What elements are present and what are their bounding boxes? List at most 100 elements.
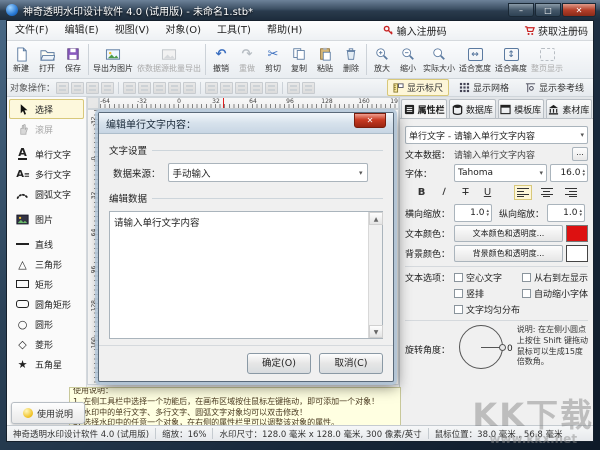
tab-templates[interactable]: 模板库	[498, 99, 544, 118]
checkbox-icon[interactable]	[454, 305, 463, 314]
menu-view[interactable]: 视图(V)	[107, 21, 158, 40]
checkbox-icon[interactable]	[454, 273, 463, 282]
checkbox-icon[interactable]	[454, 289, 463, 298]
tool-multi-line-text[interactable]: A≡ 多行文字	[7, 164, 86, 184]
usage-instructions-button[interactable]: 使用说明	[11, 402, 85, 424]
scroll-up-icon[interactable]: ▲	[369, 212, 383, 225]
status-watermark-size: 水印尺寸：128.0 毫米 x 128.0 毫米, 300 像素/英寸	[213, 428, 427, 440]
align-left-button[interactable]	[514, 185, 532, 200]
undo-icon: ↶	[216, 46, 227, 63]
delete-button[interactable]: 删除	[338, 42, 364, 77]
tool-image[interactable]: 图片	[7, 209, 86, 229]
align-middle-icon	[183, 82, 196, 94]
dialog-close-button[interactable]: ✕	[354, 113, 386, 128]
show-grid-toggle[interactable]: 显示网格	[453, 79, 515, 96]
open-button[interactable]: 打开	[34, 42, 60, 77]
spinner-arrows-icon[interactable]: ▴▾	[582, 169, 585, 177]
bring-to-front-icon	[56, 82, 69, 94]
option-even-distribution[interactable]: 文字均匀分布	[454, 303, 520, 316]
tool-rectangle[interactable]: 矩形	[7, 274, 86, 294]
ok-button[interactable]: 确定(O)	[247, 353, 311, 374]
spinner-arrows-icon[interactable]: ▴▾	[580, 209, 583, 217]
horizontal-ruler: -64 -32 0 32 64 96 128 160 192	[99, 97, 399, 109]
export-image-button[interactable]: 导出为图片	[91, 42, 135, 77]
font-size-spinner[interactable]: 16.0 ▴▾	[550, 164, 588, 182]
tool-triangle[interactable]: △ 三角形	[7, 254, 86, 274]
option-vertical[interactable]: 竖排	[454, 287, 520, 300]
undo-button[interactable]: ↶ 撤销	[208, 42, 234, 77]
status-app-name: 神奇透明水印设计软件 4.0 (试用版)	[7, 428, 155, 440]
maximize-button[interactable]: □	[535, 3, 561, 17]
tool-diamond[interactable]: ◇ 菱形	[7, 334, 86, 354]
tool-rounded-rectangle[interactable]: 圆角矩形	[7, 294, 86, 314]
option-right-to-left[interactable]: 从右到左显示	[522, 271, 588, 284]
batch-export-button: 依数据源批量导出	[135, 42, 203, 77]
menu-help[interactable]: 帮助(H)	[259, 21, 310, 40]
vscale-spinner[interactable]: 1.0 ▴▾	[547, 204, 585, 222]
tool-star[interactable]: ★ 五角星	[7, 354, 86, 374]
chevron-down-icon: ▾	[539, 169, 543, 177]
tool-select[interactable]: 选择	[9, 99, 84, 119]
spinner-arrows-icon[interactable]: ▴▾	[486, 209, 489, 217]
textarea-scrollbar[interactable]: ▲ ▼	[368, 212, 382, 338]
enter-register-code-button[interactable]: 输入注册码	[378, 23, 452, 38]
tab-database[interactable]: 数据库	[449, 99, 495, 118]
edit-data-group-label: 编辑数据	[109, 191, 147, 205]
cut-button[interactable]: ✂ 剪切	[260, 42, 286, 77]
menu-edit[interactable]: 编辑(E)	[57, 21, 107, 40]
new-button[interactable]: 新建	[8, 42, 34, 77]
text-options-label: 文本选项：	[405, 271, 451, 284]
text-color-button[interactable]: 文本颜色和透明度...	[454, 225, 563, 242]
copy-icon	[292, 46, 306, 63]
menu-object[interactable]: 对象(O)	[157, 21, 209, 40]
edit-text-dialog: 编辑单行文字内容： ✕ 文字设置 数据来源： 手动输入 ▾ 编辑数据 请输入单行…	[98, 112, 394, 382]
actual-size-button[interactable]: 实际大小	[421, 42, 457, 77]
paste-button[interactable]: 粘贴	[312, 42, 338, 77]
font-family-dropdown[interactable]: Tahoma ▾	[454, 164, 547, 182]
menu-file[interactable]: 文件(F)	[7, 21, 57, 40]
underline-button[interactable]: U	[480, 185, 496, 200]
text-color-swatch	[566, 225, 588, 242]
option-hollow-text[interactable]: 空心文字	[454, 271, 520, 284]
menu-tools[interactable]: 工具(T)	[209, 21, 259, 40]
close-button[interactable]: ✕	[562, 3, 596, 17]
bg-color-button[interactable]: 背景颜色和透明度...	[454, 245, 563, 262]
fit-width-button[interactable]: ↔ 适合宽度	[457, 42, 493, 77]
minimize-button[interactable]: –	[508, 3, 534, 17]
rotation-dial[interactable]	[459, 325, 503, 369]
tool-line[interactable]: 直线	[7, 234, 86, 254]
tab-properties[interactable]: 属性栏	[401, 99, 447, 118]
checkbox-icon[interactable]	[522, 289, 531, 298]
tab-materials[interactable]: 素材库	[546, 99, 592, 118]
text-data-more-button[interactable]: ...	[572, 147, 588, 161]
hscale-spinner[interactable]: 1.0 ▴▾	[454, 204, 492, 222]
dial-handle[interactable]	[499, 344, 506, 351]
data-source-dropdown[interactable]: 手动输入 ▾	[168, 163, 368, 182]
show-guides-toggle[interactable]: 显示参考线	[519, 79, 590, 96]
tool-single-line-text[interactable]: A 单行文字	[7, 144, 86, 164]
fit-height-button[interactable]: ↕ 适合高度	[493, 42, 529, 77]
hint-line: 2. 水印中的单行文字、多行文字、圆弧文字对象均可以双击修改！	[73, 408, 397, 419]
checkbox-icon[interactable]	[522, 273, 531, 282]
tool-arc-text[interactable]: 圆弧文字	[7, 184, 86, 204]
tool-circle[interactable]: ○ 圆形	[7, 314, 86, 334]
option-auto-shrink-font[interactable]: 自动缩小字体	[522, 287, 588, 300]
cancel-button[interactable]: 取消(C)	[319, 353, 383, 374]
object-operations-label: 对象操作：	[10, 81, 55, 94]
zoom-out-button[interactable]: 缩小	[395, 42, 421, 77]
strikethrough-button[interactable]: T	[458, 185, 474, 200]
bold-button[interactable]: B	[414, 185, 430, 200]
ruler-corner	[87, 97, 99, 109]
save-button[interactable]: 保存	[60, 42, 86, 77]
object-selector-dropdown[interactable]: 单行文字 - 请输入单行文字内容 ▾	[405, 126, 588, 144]
align-center-button[interactable]	[538, 185, 556, 200]
show-ruler-toggle[interactable]: 显示标尺	[387, 79, 449, 96]
scroll-down-icon[interactable]: ▼	[369, 325, 383, 338]
zoom-in-button[interactable]: 放大	[369, 42, 395, 77]
text-content-textarea[interactable]: 请输入单行文字内容 ▲ ▼	[109, 211, 383, 339]
hscale-label: 横向缩放：	[405, 207, 451, 220]
align-right-button[interactable]	[562, 185, 580, 200]
get-register-code-button[interactable]: 获取注册码	[519, 23, 593, 38]
italic-button[interactable]: I	[434, 185, 452, 200]
copy-button[interactable]: 复制	[286, 42, 312, 77]
